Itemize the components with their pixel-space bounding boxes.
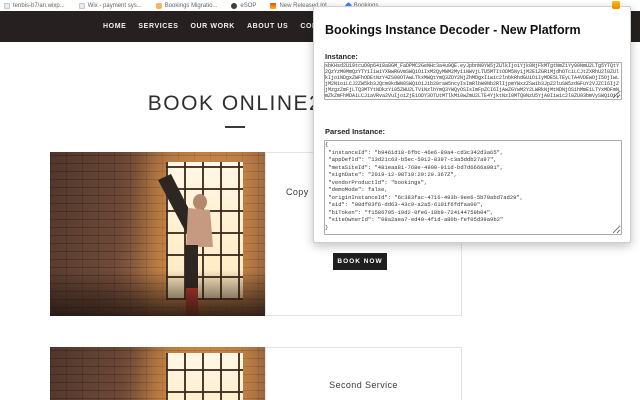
service-title: Copy [286,187,309,197]
bookmark-item[interactable]: Wix - payment sys... [78,2,142,9]
nav-item-our-work[interactable]: OUR WORK [190,23,234,30]
bookmark-item[interactable]: tenbis-b7/an.wixp... [4,2,65,9]
bookings-decoder-popup: Bookings Instance Decoder - New Platform… [313,6,631,243]
parsed-instance-textarea[interactable]: { "instanceId": "b9461d18-6fbc-46e6-89a4… [324,140,622,235]
service-card-2: Second Service [50,347,462,400]
bookmark-label: Bookings Migratio... [164,2,218,9]
figure-silhouette-art [50,347,265,400]
nav-item-home[interactable]: HOME [103,23,126,30]
fire-icon [270,2,277,9]
bookmark-label: Wix - payment sys... [87,2,142,9]
title-underline [225,126,245,128]
popup-title: Bookings Instance Decoder - New Platform [325,23,581,37]
instance-label: Instance: [325,52,358,61]
globe-icon [231,2,238,9]
screen: tenbis-b7/an.wixp... Wix - payment sys..… [0,0,640,400]
service-panel-2: Second Service [265,347,462,400]
bookmark-item[interactable]: eSOP [231,2,257,9]
service-photo-1 [50,152,265,316]
bookmark-label: eSOP [240,2,257,9]
nav-item-services[interactable]: SERVICES [138,23,178,30]
bookmark-item[interactable]: Bookings Migratio... [155,2,218,9]
service-photo-2 [50,347,265,400]
service-title: Second Service [329,380,398,390]
floor-shadow-art [50,152,265,316]
nav-item-about-us[interactable]: ABOUT US [247,23,288,30]
instance-textarea[interactable]: sbKHsd2U19tcuO0p64i8a8GM_FaDPMC2GeNHc3a4… [324,62,622,100]
parsed-instance-label: Parsed Instance: [325,127,386,136]
page-icon [4,2,10,9]
bookmark-label: tenbis-b7/an.wixp... [13,2,65,9]
extension-icon[interactable] [612,1,620,9]
cake-icon [155,2,162,9]
book-now-button[interactable]: BOOK NOW [333,253,387,270]
page-icon [78,2,85,9]
